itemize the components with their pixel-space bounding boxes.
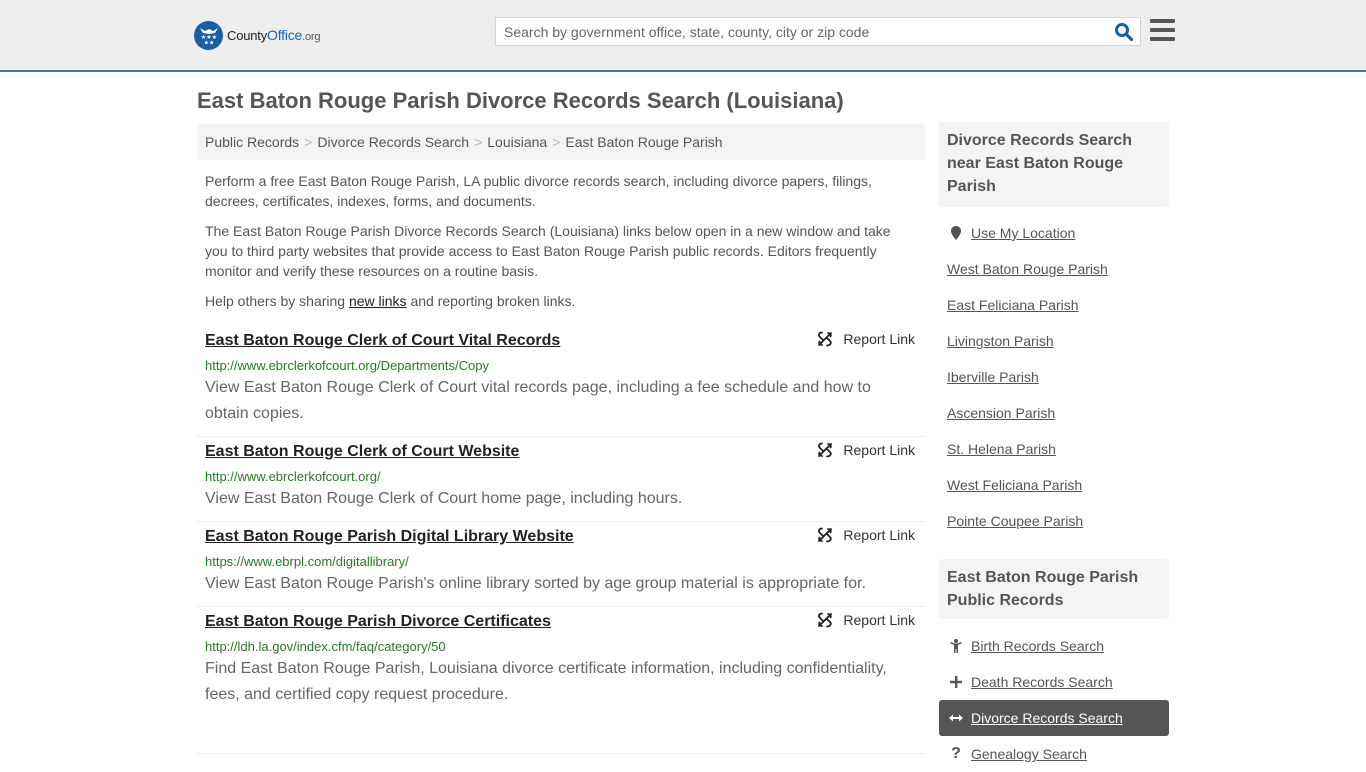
- result-description: View East Baton Rouge Clerk of Court hom…: [205, 490, 683, 507]
- genealogy-search-link[interactable]: Genealogy Search: [971, 746, 1087, 762]
- breadcrumb-east-baton-rouge-parish[interactable]: East Baton Rouge Parish: [565, 134, 722, 150]
- nearby-parish-link[interactable]: Livingston Parish: [947, 333, 1054, 349]
- page-title: East Baton Rouge Parish Divorce Records …: [197, 88, 844, 113]
- nearby-item: West Feliciana Parish: [947, 467, 1169, 503]
- logo-text: CountyOffice.org: [227, 27, 321, 43]
- result-url: http://ldh.la.gov/index.cfm/faq/category…: [205, 639, 446, 654]
- use-my-location-item: Use My Location: [947, 215, 1169, 251]
- broken-link-icon: [818, 442, 833, 458]
- records-item-birth: Birth Records Search: [939, 628, 1169, 664]
- nearby-parish-link[interactable]: Ascension Parish: [947, 405, 1055, 421]
- new-links-link[interactable]: new links: [349, 293, 407, 309]
- result-url: https://www.ebrpl.com/digitallibrary/: [205, 554, 409, 569]
- eagle-stars-logo-icon: ★★★ ★★: [194, 20, 223, 50]
- child-icon: [947, 639, 965, 653]
- breadcrumb-separator: >: [474, 134, 483, 150]
- broken-link-icon: [818, 331, 833, 347]
- plus-icon: [947, 676, 965, 688]
- nearby-parish-link[interactable]: West Feliciana Parish: [947, 477, 1082, 493]
- result-item: East Baton Rouge Parish Digital Library …: [197, 522, 925, 607]
- report-link-button[interactable]: Report Link: [817, 527, 915, 543]
- nearby-list: Use My Location West Baton Rouge Parish …: [947, 215, 1169, 539]
- broken-link-icon: [818, 612, 833, 628]
- result-title-link[interactable]: East Baton Rouge Clerk of Court Website: [205, 441, 519, 463]
- result-title-link[interactable]: East Baton Rouge Clerk of Court Vital Re…: [205, 330, 560, 352]
- breadcrumb-separator: >: [552, 134, 561, 150]
- result-title-link[interactable]: East Baton Rouge Parish Divorce Certific…: [205, 611, 551, 633]
- nearby-item: St. Helena Parish: [947, 431, 1169, 467]
- arrows-horizontal-icon: [947, 713, 965, 723]
- search-icon[interactable]: [1114, 22, 1134, 42]
- result-description: Find East Baton Rouge Parish, Louisiana …: [205, 660, 887, 703]
- result-item: East Baton Rouge Parish Divorce Certific…: [197, 607, 925, 754]
- nearby-item: Ascension Parish: [947, 395, 1169, 431]
- breadcrumb-separator: >: [304, 134, 313, 150]
- result-item: East Baton Rouge Clerk of Court Website …: [197, 437, 925, 522]
- use-my-location-link[interactable]: Use My Location: [971, 225, 1075, 241]
- result-title-link[interactable]: East Baton Rouge Parish Digital Library …: [205, 526, 574, 548]
- nearby-item: Livingston Parish: [947, 323, 1169, 359]
- public-records-heading: East Baton Rouge Parish Public Records: [939, 559, 1169, 619]
- nearby-item: Iberville Parish: [947, 359, 1169, 395]
- birth-records-search-link[interactable]: Birth Records Search: [971, 638, 1104, 654]
- search-box: [495, 17, 1141, 46]
- results-list: East Baton Rouge Clerk of Court Vital Re…: [197, 326, 925, 754]
- nearby-item: West Baton Rouge Parish: [947, 251, 1169, 287]
- map-marker-icon: [947, 226, 965, 240]
- result-url: http://www.ebrclerkofcourt.org/: [205, 469, 381, 484]
- public-records-list: Birth Records Search Death Records Searc…: [939, 628, 1169, 772]
- breadcrumb-public-records[interactable]: Public Records: [205, 134, 299, 150]
- site-header: ★★★ ★★ CountyOffice.org: [0, 0, 1366, 72]
- intro-paragraph: Perform a free East Baton Rouge Parish, …: [205, 173, 872, 209]
- broken-link-icon: [818, 527, 833, 543]
- nearby-parish-link[interactable]: East Feliciana Parish: [947, 297, 1079, 313]
- site-logo[interactable]: ★★★ ★★ CountyOffice.org: [194, 20, 320, 50]
- nearby-item: Pointe Coupee Parish: [947, 503, 1169, 539]
- records-item-genealogy: ? Genealogy Search: [939, 736, 1169, 772]
- breadcrumb-louisiana[interactable]: Louisiana: [487, 134, 547, 150]
- share-links-paragraph: Help others by sharing new links and rep…: [205, 293, 576, 309]
- records-item-divorce: Divorce Records Search: [939, 700, 1169, 736]
- nearby-parish-link[interactable]: St. Helena Parish: [947, 441, 1056, 457]
- nearby-heading: Divorce Records Search near East Baton R…: [939, 122, 1169, 207]
- result-description: View East Baton Rouge Parish's online li…: [205, 575, 866, 592]
- intro-paragraph: The East Baton Rouge Parish Divorce Reco…: [205, 223, 891, 279]
- report-link-button[interactable]: Report Link: [817, 331, 915, 347]
- breadcrumb-divorce-records-search[interactable]: Divorce Records Search: [317, 134, 469, 150]
- nearby-parish-link[interactable]: West Baton Rouge Parish: [947, 261, 1108, 277]
- question-icon: ?: [951, 745, 961, 762]
- search-input[interactable]: [496, 18, 1106, 45]
- nearby-parish-link[interactable]: Pointe Coupee Parish: [947, 513, 1083, 529]
- report-link-button[interactable]: Report Link: [817, 612, 915, 628]
- report-link-button[interactable]: Report Link: [817, 442, 915, 458]
- nearby-item: East Feliciana Parish: [947, 287, 1169, 323]
- result-url: http://www.ebrclerkofcourt.org/Departmen…: [205, 358, 489, 373]
- records-item-death: Death Records Search: [939, 664, 1169, 700]
- hamburger-menu-icon[interactable]: [1150, 19, 1175, 43]
- result-item: East Baton Rouge Clerk of Court Vital Re…: [197, 326, 925, 437]
- result-description: View East Baton Rouge Clerk of Court vit…: [205, 379, 871, 422]
- intro-text: Perform a free East Baton Rouge Parish, …: [205, 171, 917, 321]
- breadcrumb: Public Records > Divorce Records Search > Lo…: [197, 124, 925, 160]
- death-records-search-link[interactable]: Death Records Search: [971, 674, 1113, 690]
- svg-text:★★: ★★: [203, 40, 214, 46]
- nearby-parish-link[interactable]: Iberville Parish: [947, 369, 1039, 385]
- divorce-records-search-link[interactable]: Divorce Records Search: [971, 710, 1123, 726]
